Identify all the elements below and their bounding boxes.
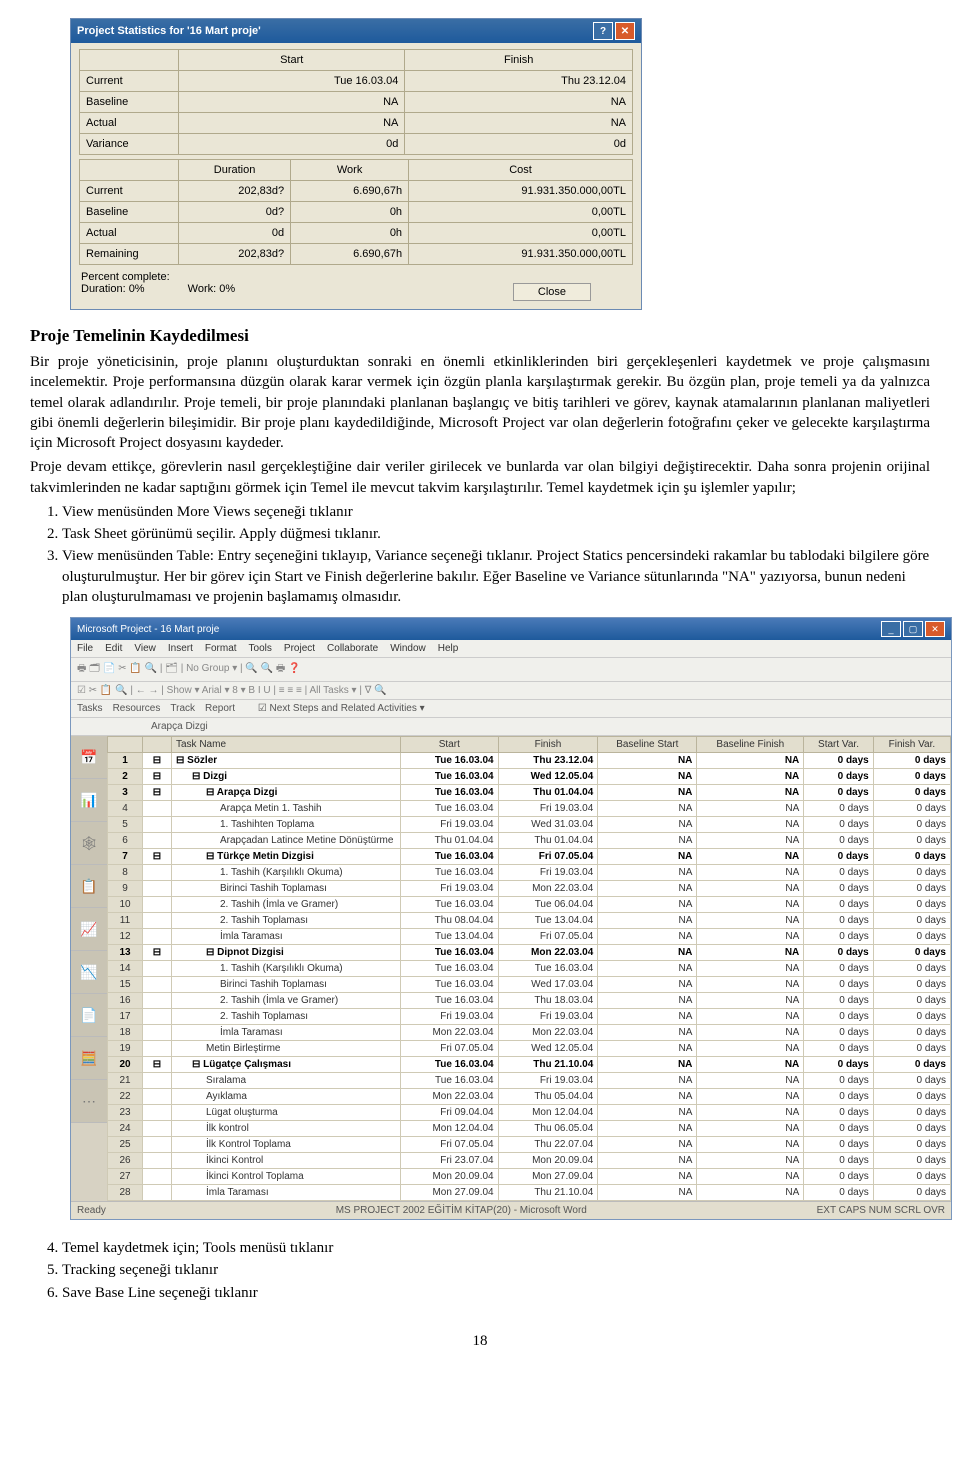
table-row[interactable]: 20⊟⊟ Lügatçe ÇalışmasıTue 16.03.04Thu 21…	[108, 1057, 951, 1073]
table-row[interactable]: 27İkinci Kontrol ToplamaMon 20.09.04Mon …	[108, 1169, 951, 1185]
help-icon[interactable]: ?	[593, 22, 613, 40]
table-row[interactable]: 15Birinci Tashih ToplamasıTue 16.03.04We…	[108, 977, 951, 993]
status-bar: Ready MS PROJECT 2002 EĞİTİM KİTAP(20) -…	[71, 1201, 951, 1219]
duration-work-cost-table: Duration Work Cost Current202,83d?6.690,…	[79, 159, 633, 265]
edit-bar[interactable]: Arapça Dizgi	[71, 718, 951, 736]
table-row[interactable]: 51. Tashihten ToplamaFri 19.03.04Wed 31.…	[108, 817, 951, 833]
steps-list-2: Temel kaydetmek için; Tools menüsü tıkla…	[62, 1238, 930, 1303]
list-item: Save Base Line seçeneği tıklanır	[62, 1283, 930, 1303]
table-row[interactable]: 172. Tashih ToplamasıFri 19.03.04Fri 19.…	[108, 1009, 951, 1025]
table-row[interactable]: 6Arapçadan Latince Metine DönüştürmeThu …	[108, 833, 951, 849]
table-row[interactable]: 141. Tashih (Karşılıklı Okuma)Tue 16.03.…	[108, 961, 951, 977]
resource-graph-icon[interactable]: 📉	[71, 951, 107, 994]
table-row[interactable]: 2⊟⊟ DizgiTue 16.03.04Wed 12.05.04NANA0 d…	[108, 769, 951, 785]
list-item: Tracking seçeneği tıklanır	[62, 1260, 930, 1280]
app-titlebar: Microsoft Project - 16 Mart proje _ ▢ ✕	[71, 618, 951, 640]
table-row[interactable]: 162. Tashih (İmla ve Gramer)Tue 16.03.04…	[108, 993, 951, 1009]
table-row[interactable]: 112. Tashih ToplamasıThu 08.04.04Tue 13.…	[108, 913, 951, 929]
app-title: Microsoft Project - 16 Mart proje	[77, 624, 219, 635]
percent-complete-row: Percent complete: Duration: 0% Work: 0% …	[79, 265, 633, 301]
list-item: View menüsünden Table: Entry seçeneğini …	[62, 546, 930, 607]
dialog-titlebar: Project Statistics for '16 Mart proje' ?…	[71, 19, 641, 43]
table-row[interactable]: 22AyıklamaMon 22.03.04Thu 05.04.04NANA0 …	[108, 1089, 951, 1105]
table-row[interactable]: 13⊟⊟ Dipnot DizgisiTue 16.03.04Mon 22.03…	[108, 945, 951, 961]
list-item: View menüsünden More Views seçeneği tıkl…	[62, 502, 930, 522]
gantt-icon[interactable]: 📊	[71, 779, 107, 822]
minimize-icon[interactable]: _	[881, 621, 901, 637]
close-icon[interactable]: ✕	[615, 22, 635, 40]
resource-sheet-icon[interactable]: 📄	[71, 994, 107, 1037]
calendar-icon[interactable]: 📅	[71, 736, 107, 779]
table-row[interactable]: 9Birinci Tashih ToplamasıFri 19.03.04Mon…	[108, 881, 951, 897]
page-number: 18	[30, 1333, 930, 1350]
close-button[interactable]: Close	[513, 283, 591, 301]
paragraph-2: Proje devam ettikçe, görevlerin nasıl ge…	[30, 457, 930, 498]
table-row[interactable]: 26İkinci KontrolFri 23.07.04Mon 20.09.04…	[108, 1153, 951, 1169]
network-icon[interactable]: 🕸	[71, 822, 107, 865]
tracking-gantt-icon[interactable]: 📈	[71, 908, 107, 951]
table-row[interactable]: 18İmla TaramasıMon 22.03.04Mon 22.03.04N…	[108, 1025, 951, 1041]
section-heading: Proje Temelinin Kaydedilmesi	[30, 326, 930, 346]
variance-table[interactable]: Task Name StartFinish Baseline StartBase…	[107, 736, 951, 1201]
table-row[interactable]: 1⊟⊟ SözlerTue 16.03.04Thu 23.12.04NANA0 …	[108, 753, 951, 769]
list-item: Temel kaydetmek için; Tools menüsü tıkla…	[62, 1238, 930, 1258]
toolbar-1[interactable]: 🖶 🗂 📄 ✂ 📋 🔍 | 🗂 | No Group ▾ | 🔍 🔍 🖶 ❓	[71, 658, 951, 682]
table-row[interactable]: 25İlk Kontrol ToplamaFri 07.05.04Thu 22.…	[108, 1137, 951, 1153]
table-row[interactable]: 3⊟⊟ Arapça DizgiTue 16.03.04Thu 01.04.04…	[108, 785, 951, 801]
close-icon[interactable]: ✕	[925, 621, 945, 637]
table-row[interactable]: 24İlk kontrolMon 12.04.04Thu 06.05.04NAN…	[108, 1121, 951, 1137]
more-views-icon[interactable]: ⋯	[71, 1080, 107, 1123]
project-statistics-dialog: Project Statistics for '16 Mart proje' ?…	[70, 18, 642, 310]
table-row[interactable]: 4Arapça Metin 1. TashihTue 16.03.04Fri 1…	[108, 801, 951, 817]
toolbar-2[interactable]: ☑ ✂ 📋 🔍 | ← → | Show ▾ Arial ▾ 8 ▾ B I U…	[71, 682, 951, 700]
table-row[interactable]: 19Metin BirleştirmeFri 07.05.04Wed 12.05…	[108, 1041, 951, 1057]
table-row[interactable]: 23Lügat oluşturmaFri 09.04.04Mon 12.04.0…	[108, 1105, 951, 1121]
table-row[interactable]: 28İmla TaramasıMon 27.09.04Thu 21.10.04N…	[108, 1185, 951, 1201]
view-bar[interactable]: 📅 📊 🕸 📋 📈 📉 📄 🧮 ⋯	[71, 736, 107, 1201]
guide-tabs[interactable]: TasksResourcesTrackReport ☑ Next Steps a…	[71, 700, 951, 718]
table-row[interactable]: 21SıralamaTue 16.03.04Fri 19.03.04NANA0 …	[108, 1073, 951, 1089]
table-row[interactable]: 12İmla TaramasıTue 13.04.04Fri 07.05.04N…	[108, 929, 951, 945]
table-row[interactable]: 81. Tashih (Karşılıklı Okuma)Tue 16.03.0…	[108, 865, 951, 881]
table-row[interactable]: 102. Tashih (İmla ve Gramer)Tue 16.03.04…	[108, 897, 951, 913]
maximize-icon[interactable]: ▢	[903, 621, 923, 637]
table-row[interactable]: 7⊟⊟ Türkçe Metin DizgisiTue 16.03.04Fri …	[108, 849, 951, 865]
list-item: Task Sheet görünümü seçilir. Apply düğme…	[62, 524, 930, 544]
start-finish-table: Start Finish CurrentTue 16.03.04Thu 23.1…	[79, 49, 633, 155]
dialog-title: Project Statistics for '16 Mart proje'	[77, 25, 261, 37]
resource-usage-icon[interactable]: 🧮	[71, 1037, 107, 1080]
steps-list-1: View menüsünden More Views seçeneği tıkl…	[62, 502, 930, 607]
paragraph-1: Bir proje yöneticisinin, proje planını o…	[30, 352, 930, 453]
ms-project-window: Microsoft Project - 16 Mart proje _ ▢ ✕ …	[70, 617, 952, 1220]
task-usage-icon[interactable]: 📋	[71, 865, 107, 908]
menu-bar[interactable]: FileEditViewInsertFormatToolsProjectColl…	[71, 640, 951, 658]
